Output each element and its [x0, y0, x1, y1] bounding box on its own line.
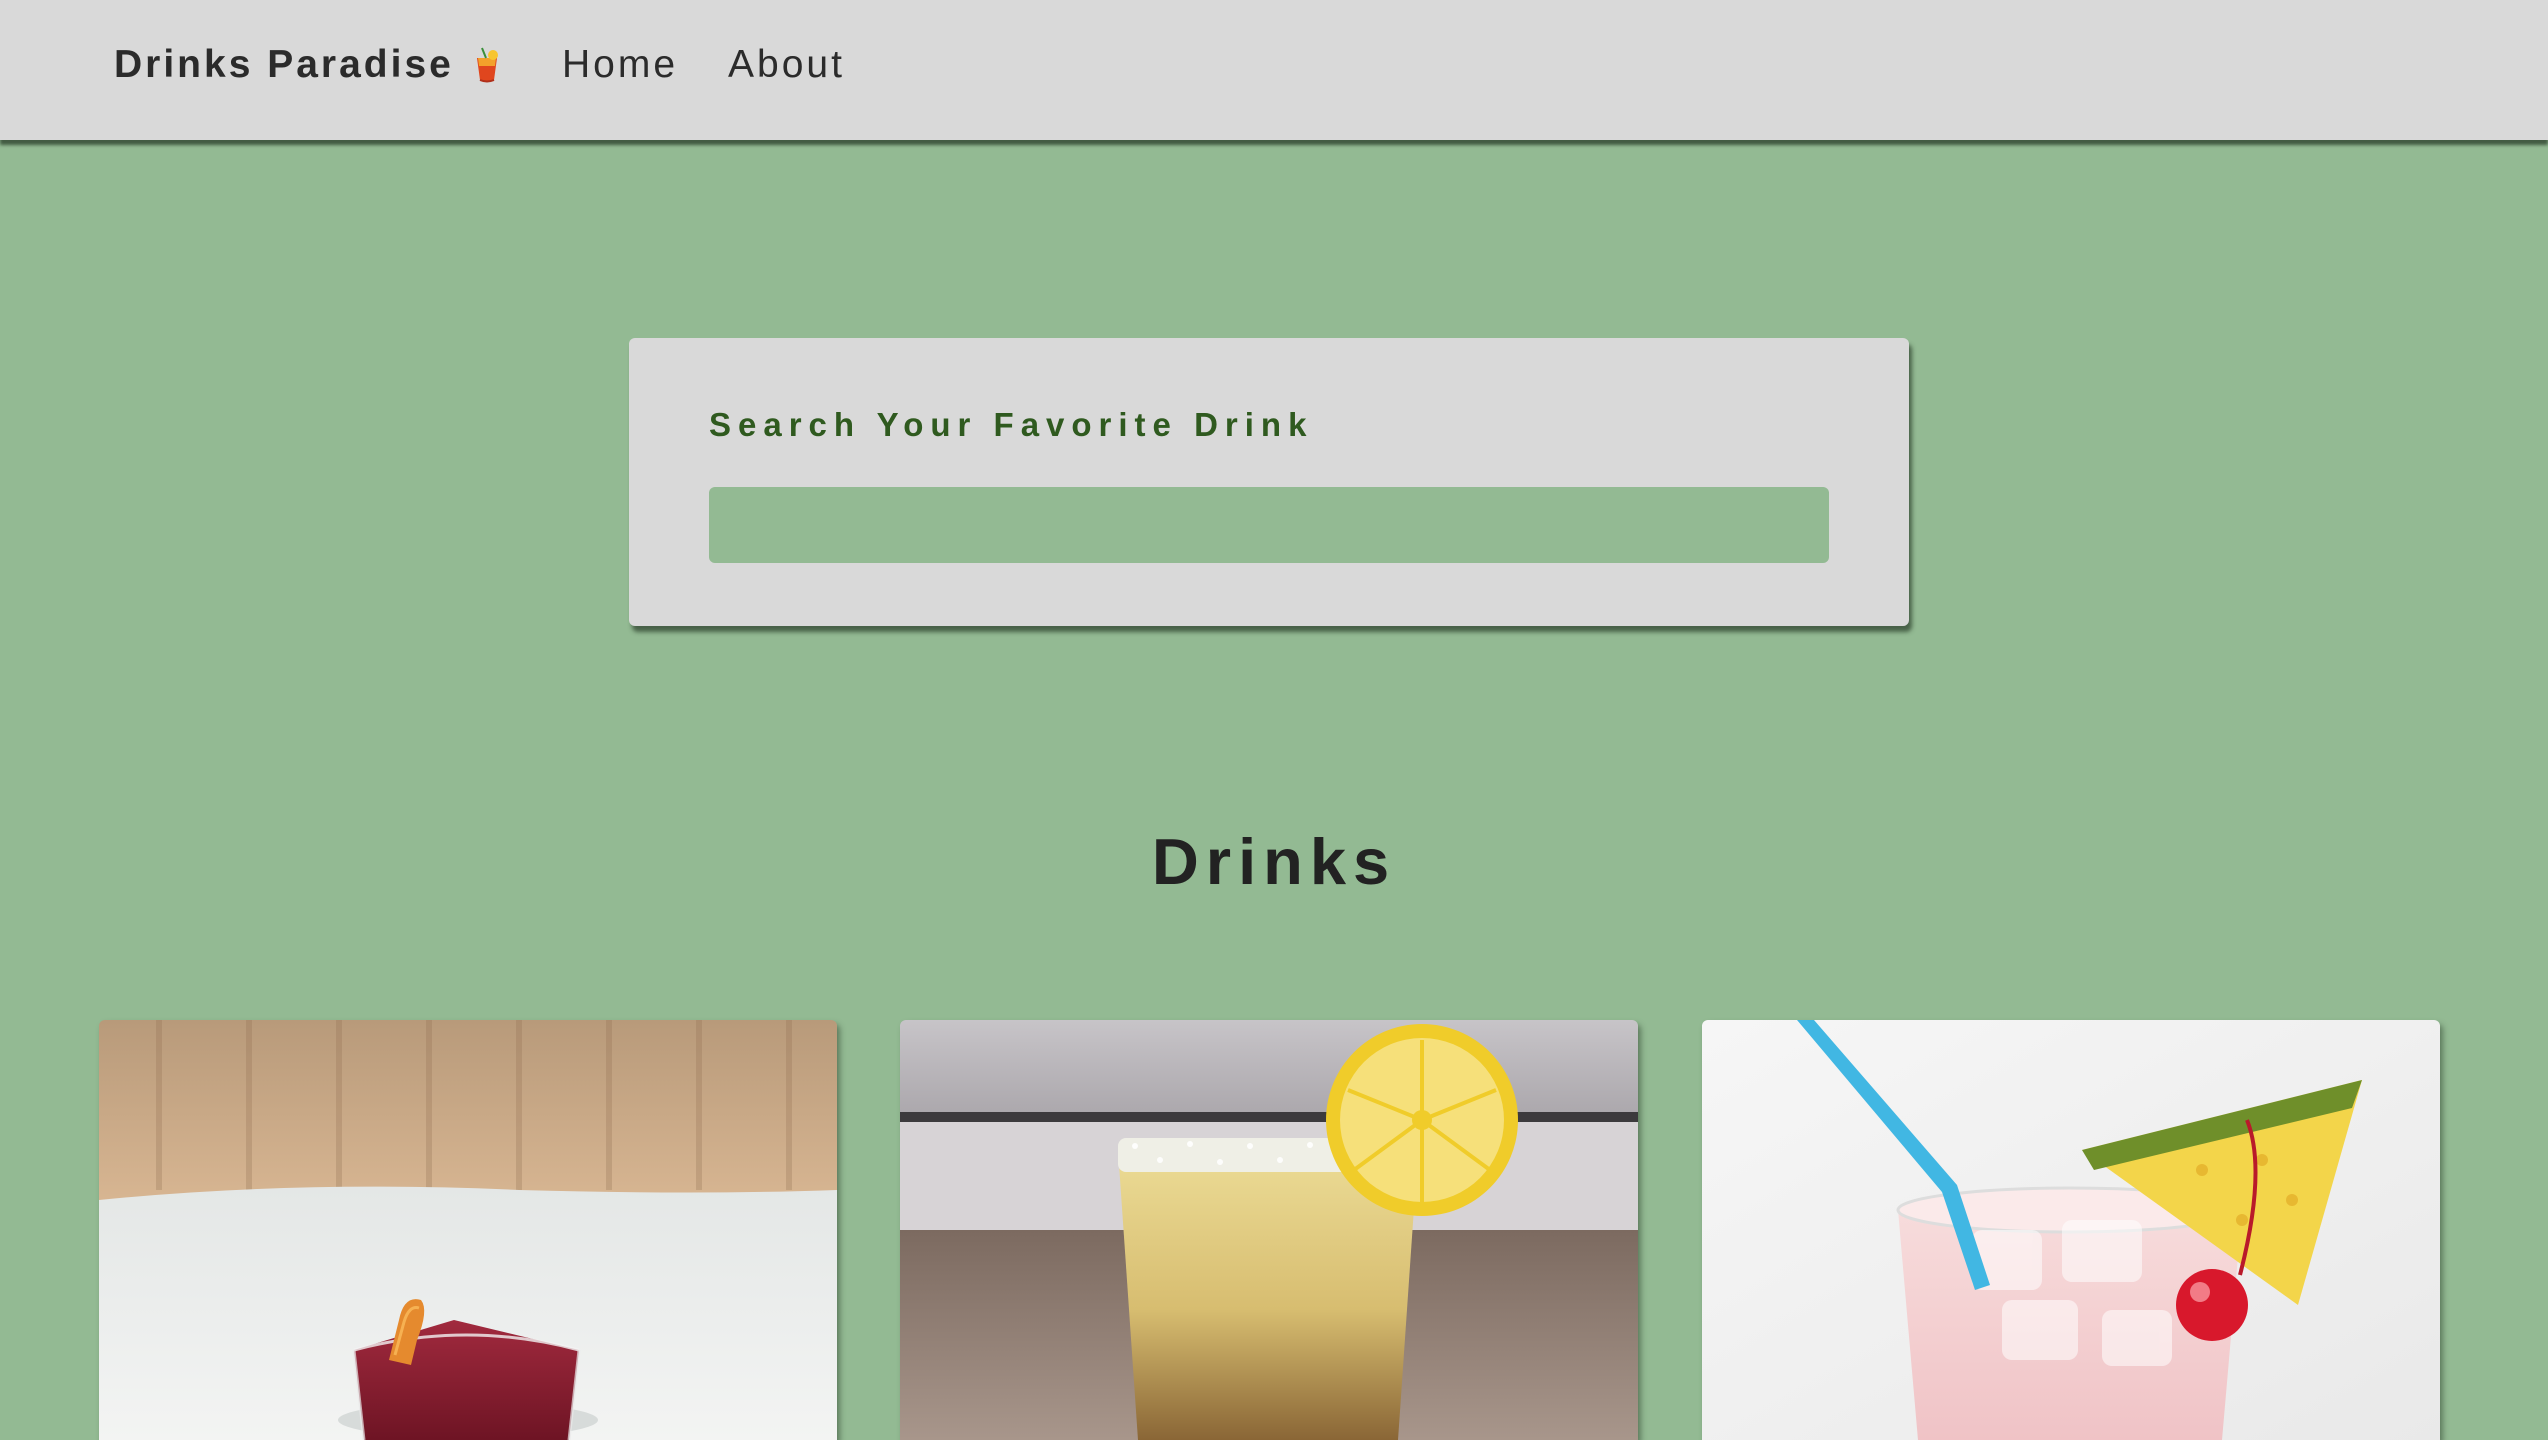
drinks-section-title: Drinks: [1151, 825, 1397, 898]
brand-name: Drinks Paradise: [114, 43, 454, 86]
nav-about-link[interactable]: About: [728, 38, 845, 92]
tropical-drink-icon: [472, 46, 502, 84]
drink-image-red-cocktail: [99, 1020, 837, 1440]
drink-card[interactable]: [900, 1020, 1638, 1440]
search-input[interactable]: [709, 487, 1829, 563]
nav-home-link[interactable]: Home: [562, 38, 678, 92]
drink-card[interactable]: [1702, 1020, 2440, 1440]
search-label: Search Your Favorite Drink: [709, 406, 1314, 443]
brand-link[interactable]: Drinks Paradise: [114, 38, 502, 92]
navbar: Drinks Paradise Home About: [0, 0, 2548, 140]
search-card: Search Your Favorite Drink: [629, 338, 1909, 626]
drink-image-lemon-drink: [900, 1020, 1638, 1440]
drink-image-pink-drink: [1702, 1020, 2440, 1440]
drink-card[interactable]: [99, 1020, 837, 1440]
